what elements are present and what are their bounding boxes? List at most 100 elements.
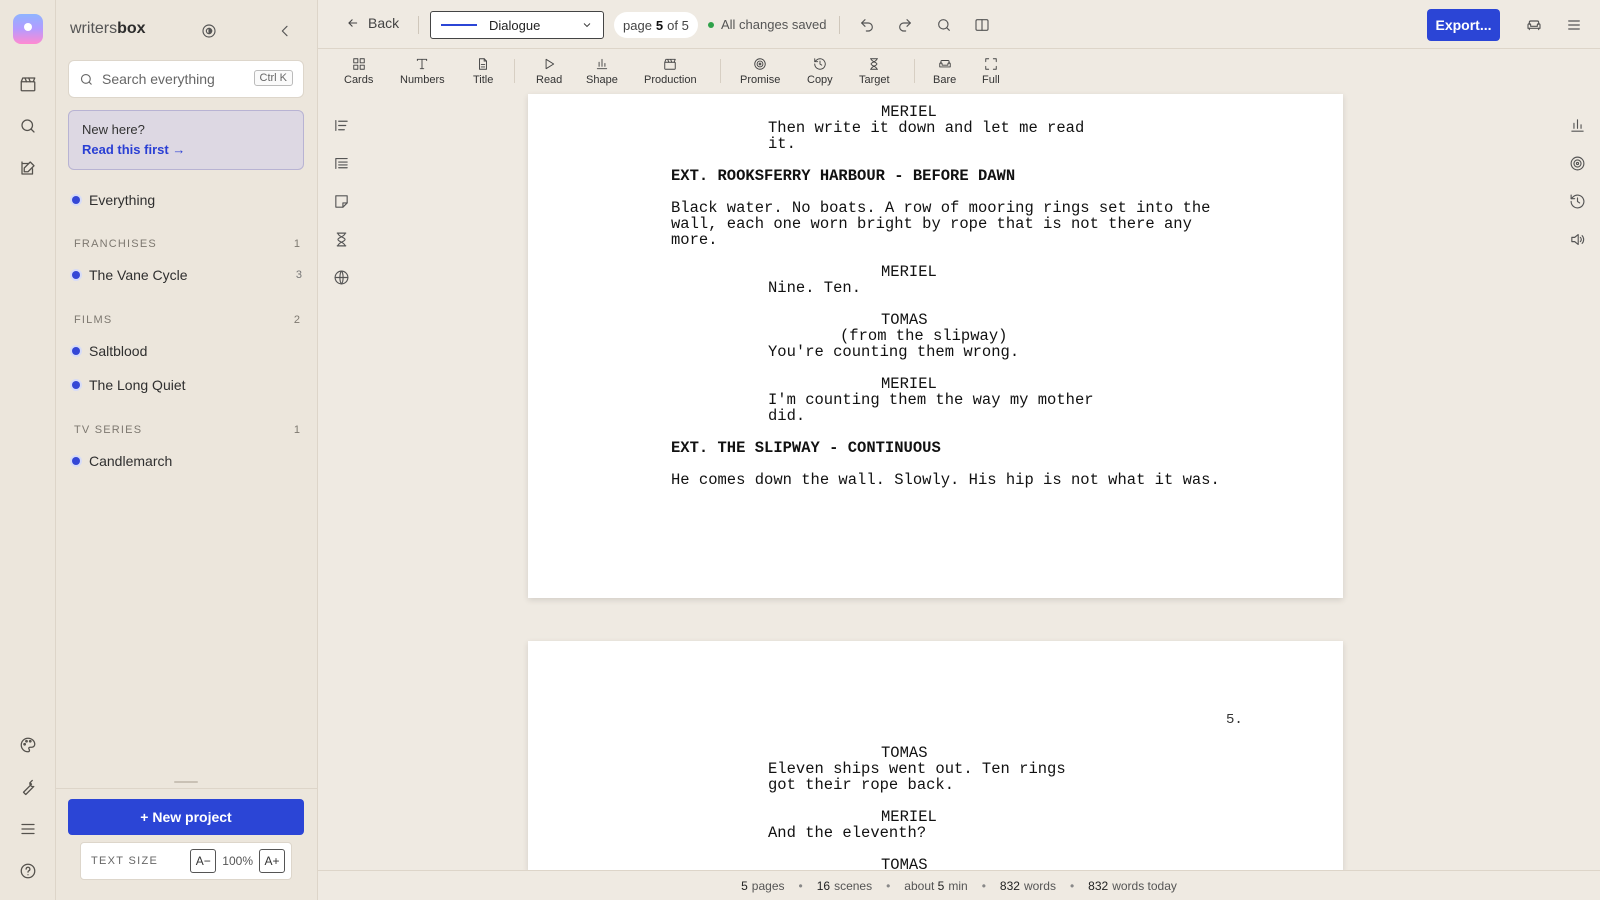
search-icon[interactable] xyxy=(14,112,42,140)
new-project-button[interactable]: + New project xyxy=(68,799,304,835)
divider xyxy=(514,59,515,83)
nav-item-everything[interactable]: Everything xyxy=(72,192,302,208)
collapse-sidebar-icon[interactable] xyxy=(274,20,296,42)
redo-icon[interactable] xyxy=(894,14,916,36)
nav-item-saltblood[interactable]: Saltblood xyxy=(72,343,302,359)
section-heading-films: FILMS 2 xyxy=(74,314,300,326)
action[interactable]: Black water. No boats. A row of mooring … xyxy=(671,200,1241,248)
dialogue[interactable]: And the eleventh? xyxy=(768,825,1108,841)
nav-item-the-vane-cycle[interactable]: The Vane Cycle 3 xyxy=(72,267,302,283)
clapperboard-icon[interactable] xyxy=(14,70,42,98)
dialogue[interactable]: Then write it down and let me read it. xyxy=(768,120,1108,152)
bullet-icon xyxy=(72,347,80,355)
character-cue[interactable]: MERIEL xyxy=(881,264,937,280)
top-bar: Back Dialogue page 5 of 5 All changes save… xyxy=(318,0,1600,49)
tool-target[interactable]: Target xyxy=(859,57,890,86)
brand-wordmark: writersbox xyxy=(70,20,146,37)
character-cue[interactable]: MERIEL xyxy=(881,376,937,392)
export-button[interactable]: Export... xyxy=(1427,9,1500,41)
search-box[interactable]: Ctrl K xyxy=(68,60,304,98)
stat-pages: 5 pages xyxy=(741,878,785,893)
dialogue[interactable]: Eleven ships went out. Ten rings got the… xyxy=(768,761,1108,793)
type-icon xyxy=(417,58,428,70)
search-icon[interactable] xyxy=(933,14,955,36)
back-button[interactable]: Back xyxy=(346,15,399,31)
app-logo-icon[interactable] xyxy=(13,14,43,44)
sticky-note-icon[interactable] xyxy=(330,190,352,212)
tool-promise[interactable]: Promise xyxy=(740,57,780,86)
palette-icon[interactable] xyxy=(14,731,42,759)
outline-list-icon[interactable] xyxy=(330,114,352,136)
bar-chart-icon xyxy=(596,58,608,70)
help-icon[interactable] xyxy=(14,857,42,885)
app-rail xyxy=(0,0,56,900)
hourglass-icon[interactable] xyxy=(330,228,352,250)
character-cue[interactable]: MERIEL xyxy=(881,104,937,120)
character-cue[interactable]: TOMAS xyxy=(881,745,928,761)
element-type-swatch xyxy=(441,24,477,26)
bullet-icon xyxy=(72,196,80,204)
menu-icon[interactable] xyxy=(14,815,42,843)
search-input[interactable] xyxy=(102,71,252,87)
stat-scenes: 16 scenes xyxy=(816,878,873,893)
dialogue[interactable]: I'm counting them the way my mother did. xyxy=(768,392,1108,424)
divider xyxy=(720,59,721,83)
grid-icon xyxy=(352,58,365,70)
fullscreen-icon xyxy=(985,58,997,70)
element-type-select[interactable]: Dialogue xyxy=(430,11,604,39)
tool-numbers[interactable]: Numbers xyxy=(400,57,445,86)
tool-title[interactable]: Title xyxy=(473,57,493,86)
dialogue[interactable]: Nine. Ten. xyxy=(768,280,1108,296)
dialogue[interactable]: You're counting them wrong. xyxy=(768,344,1108,360)
divider xyxy=(418,16,419,34)
character-cue[interactable]: TOMAS xyxy=(881,312,928,328)
scene-heading[interactable]: EXT. ROOKSFERRY HARBOUR - BEFORE DAWN xyxy=(671,168,1015,184)
page-number: 5. xyxy=(1226,712,1243,728)
target-icon[interactable] xyxy=(1566,152,1588,174)
text-size-label: TEXT SIZE xyxy=(91,855,159,867)
view-toolbar: Cards Numbers Title Read Shape Productio… xyxy=(318,49,1600,94)
chevron-down-icon xyxy=(583,23,591,28)
edit-note-icon[interactable] xyxy=(14,154,42,182)
contrast-icon[interactable] xyxy=(198,20,220,42)
stat-words: 832 words xyxy=(999,878,1056,893)
hourglass-icon xyxy=(870,58,879,70)
target-icon xyxy=(754,58,766,70)
action[interactable]: He comes down the wall. Slowly. His hip … xyxy=(671,472,1241,488)
split-view-icon[interactable] xyxy=(971,14,993,36)
tool-read[interactable]: Read xyxy=(536,57,562,86)
character-cue[interactable]: MERIEL xyxy=(881,809,937,825)
sofa-icon[interactable] xyxy=(1523,14,1545,36)
tool-production[interactable]: Production xyxy=(644,57,697,86)
tool-copy[interactable]: Copy xyxy=(807,57,833,86)
sofa-icon xyxy=(938,60,951,68)
scene-list-icon[interactable] xyxy=(330,152,352,174)
scene-heading[interactable]: EXT. THE SLIPWAY - CONTINUOUS xyxy=(671,440,941,456)
script-page[interactable]: MERIEL Then write it down and let me rea… xyxy=(528,94,1343,598)
text-size-value: 100% xyxy=(222,854,253,868)
tool-bare[interactable]: Bare xyxy=(933,57,956,86)
read-this-first-link[interactable]: Read this first → xyxy=(82,142,290,157)
search-icon xyxy=(80,73,92,85)
speaker-icon[interactable] xyxy=(1566,228,1588,250)
tool-cards[interactable]: Cards xyxy=(344,57,373,86)
stats-chart-icon[interactable] xyxy=(1566,114,1588,136)
sidebar-footer: + New project TEXT SIZE A− 100% A+ xyxy=(56,788,318,900)
undo-icon[interactable] xyxy=(856,14,878,36)
nav-item-the-long-quiet[interactable]: The Long Quiet xyxy=(72,377,302,393)
welcome-title: New here? xyxy=(82,122,145,137)
nav-item-candlemarch[interactable]: Candlemarch xyxy=(72,453,302,469)
globe-icon[interactable] xyxy=(330,266,352,288)
text-size-increase-button[interactable]: A+ xyxy=(259,849,285,873)
text-size-decrease-button[interactable]: A− xyxy=(190,849,217,873)
tool-shape[interactable]: Shape xyxy=(586,57,618,86)
script-page[interactable]: 5. TOMAS Eleven ships went out. Ten ring… xyxy=(528,641,1343,873)
tool-full[interactable]: Full xyxy=(982,57,1000,86)
parenthetical[interactable]: (from the slipway) xyxy=(840,328,1007,344)
save-status: All changes saved xyxy=(708,17,827,32)
wrench-icon[interactable] xyxy=(14,773,42,801)
menu-icon[interactable] xyxy=(1563,14,1585,36)
history-icon[interactable] xyxy=(1566,190,1588,212)
resize-handle[interactable] xyxy=(174,781,198,783)
search-shortcut: Ctrl K xyxy=(253,70,293,86)
